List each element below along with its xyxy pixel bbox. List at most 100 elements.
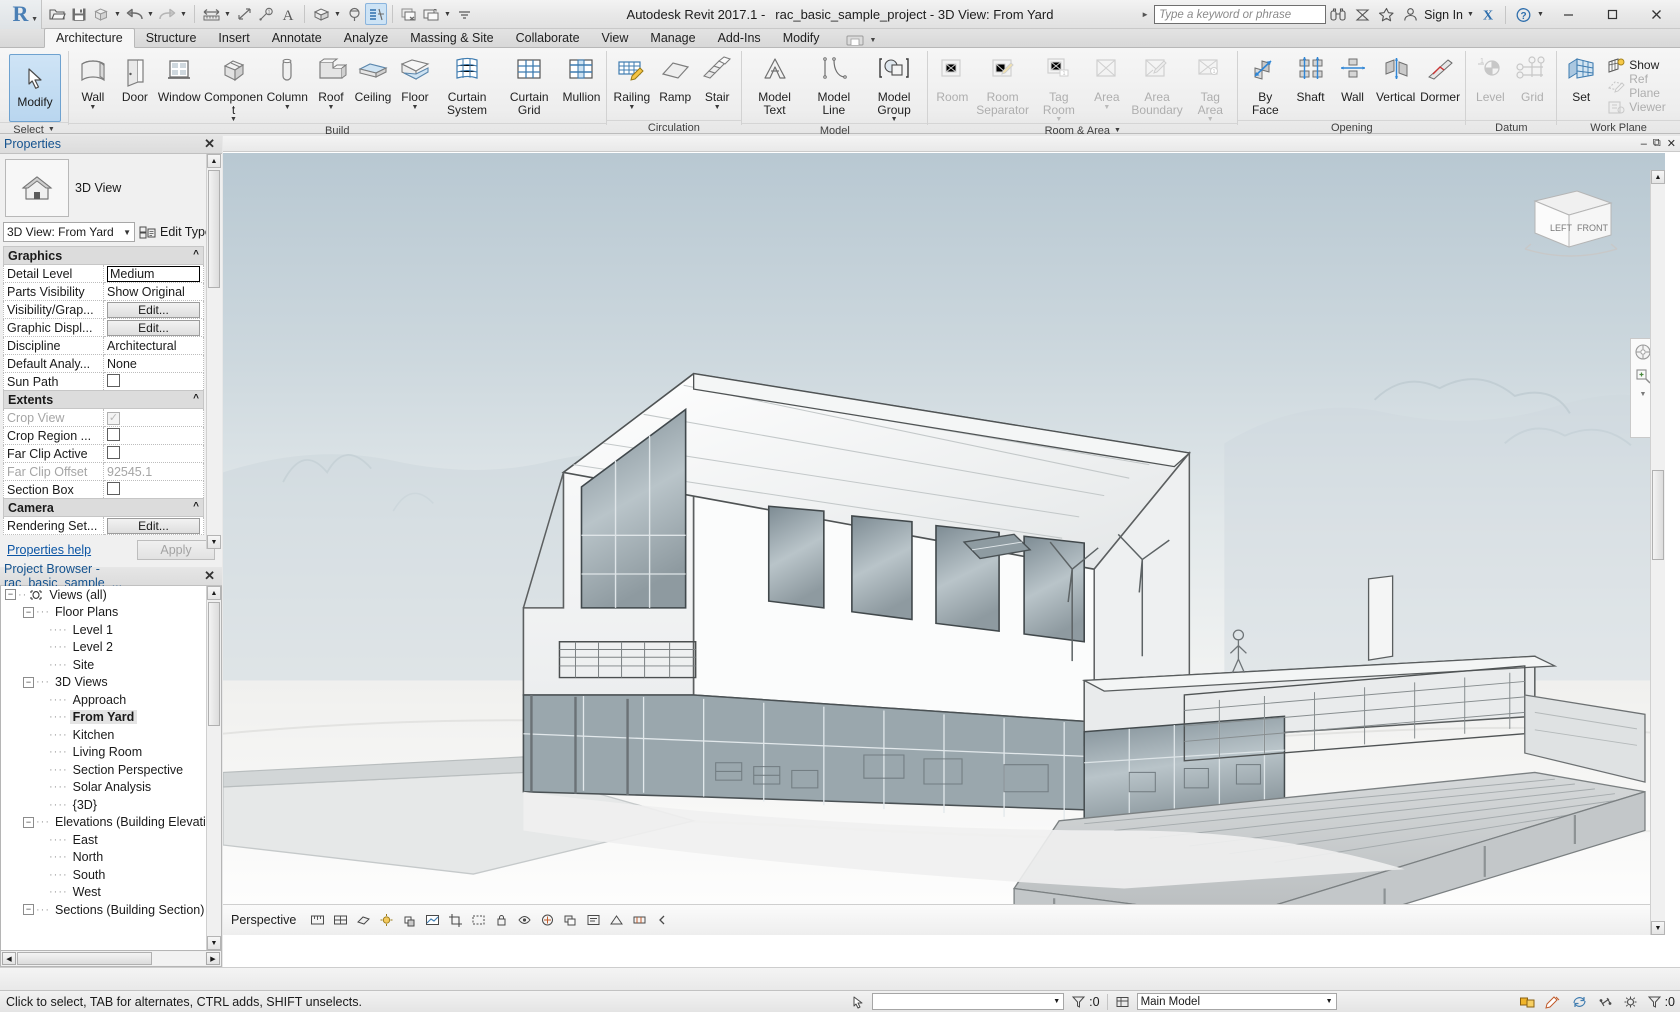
undo-icon[interactable] — [123, 3, 145, 25]
tree-node-from-yard[interactable]: ···· From Yard — [1, 709, 221, 727]
close-hidden-windows-icon[interactable] — [398, 3, 420, 25]
user-account-icon[interactable] — [1398, 3, 1422, 27]
property-row[interactable]: Parts Visibility Show Original — [3, 282, 204, 301]
far-clip-active-checkbox[interactable] — [107, 445, 120, 459]
wall-opening-button[interactable]: Wall — [1332, 52, 1374, 104]
scroll-down-button[interactable]: ▼ — [1651, 921, 1665, 935]
view-restore-button[interactable]: ⧉ — [1653, 137, 1661, 150]
minimize-button[interactable] — [1546, 0, 1590, 29]
aligned-dimension-icon[interactable] — [233, 3, 255, 25]
curtain-system-button[interactable]: Curtain System — [436, 52, 498, 116]
collapse-icon[interactable]: ^ — [193, 501, 199, 512]
select-links-button[interactable] — [1595, 995, 1616, 1009]
property-row[interactable]: Graphic Displ... Edit... — [3, 318, 204, 337]
tab-architecture[interactable]: Architecture — [44, 28, 135, 48]
tree-node-elevations[interactable]: − ··· Elevations (Building Elevation — [1, 814, 221, 832]
worksharing-display-icon[interactable] — [562, 912, 578, 928]
settings-button[interactable] — [1621, 995, 1640, 1009]
application-menu-button[interactable]: R ▼ — [0, 0, 42, 29]
tree-node-west[interactable]: ···· West — [1, 884, 221, 902]
chevron-down-icon[interactable]: ▼ — [714, 104, 721, 111]
tree-node-floor-plans[interactable]: − ··· Floor Plans — [1, 604, 221, 622]
property-group-camera[interactable]: Camera ^ — [3, 498, 204, 517]
discipline-value[interactable]: Architectural — [103, 336, 204, 355]
property-row[interactable]: Far Clip Active — [3, 444, 204, 463]
sign-in-dropdown-icon[interactable]: ▼ — [1465, 11, 1476, 18]
tree-node-north[interactable]: ···· North — [1, 849, 221, 867]
ramp-button[interactable]: Ramp — [654, 52, 696, 104]
parts-visibility-value[interactable]: Show Original — [103, 282, 204, 301]
chevron-down-icon[interactable]: ▼ — [89, 104, 96, 111]
tree-node-level-2[interactable]: ···· Level 2 — [1, 639, 221, 657]
project-browser-tree[interactable]: − ·· Views (all) − ··· Floor Plans ···· … — [0, 586, 222, 951]
search-input[interactable]: Type a keyword or phrase — [1154, 5, 1327, 24]
property-row[interactable]: Detail Level Medium — [3, 264, 204, 283]
property-row[interactable]: Discipline Architectural — [3, 336, 204, 355]
tab-structure[interactable]: Structure — [135, 28, 208, 47]
close-button[interactable] — [1634, 0, 1678, 29]
property-row[interactable]: Rendering Set... Edit... — [3, 516, 204, 535]
scroll-up-button[interactable]: ▲ — [207, 154, 221, 168]
view-3d-dropdown-icon[interactable]: ▼ — [332, 11, 343, 18]
scroll-down-button[interactable]: ▼ — [207, 535, 221, 549]
worksets-button[interactable] — [1517, 995, 1538, 1009]
close-icon[interactable]: ✕ — [201, 568, 218, 584]
measure-icon[interactable] — [200, 3, 222, 25]
scroll-down-button[interactable]: ▼ — [207, 936, 221, 950]
property-row[interactable]: Sun Path — [3, 372, 204, 391]
chevron-down-icon[interactable]: ▼ — [891, 116, 898, 123]
hide-analytical-model-icon[interactable] — [608, 912, 624, 928]
editing-requests-button[interactable] — [1543, 995, 1564, 1009]
reveal-hidden-elements-icon[interactable] — [539, 912, 555, 928]
tree-node-3d-views[interactable]: − ··· 3D Views — [1, 674, 221, 692]
set-workplane-button[interactable]: Set — [1560, 52, 1602, 104]
scroll-thumb[interactable] — [208, 170, 220, 288]
property-row[interactable]: Section Box — [3, 480, 204, 499]
vertical-opening-button[interactable]: Vertical — [1374, 52, 1418, 104]
property-row[interactable]: Crop Region ... — [3, 426, 204, 445]
ribbon-display-icon[interactable] — [845, 34, 865, 47]
scroll-up-button[interactable]: ▲ — [207, 586, 221, 600]
curtain-grid-button[interactable]: Curtain Grid — [498, 52, 560, 116]
infocenter-expand-icon[interactable]: ► — [1136, 10, 1154, 19]
scroll-right-button[interactable]: ▶ — [206, 952, 220, 965]
thin-lines-icon[interactable] — [365, 3, 387, 25]
view-vertical-scrollbar[interactable]: ▲ ▼ — [1650, 170, 1665, 935]
tree-node-views-all[interactable]: − ·· Views (all) — [1, 586, 221, 604]
switch-windows-dropdown-icon[interactable]: ▼ — [442, 11, 453, 18]
property-row[interactable]: Visibility/Grap... Edit... — [3, 300, 204, 319]
railing-button[interactable]: Railing ▼ — [610, 52, 655, 111]
sign-in-button[interactable]: Sign In — [1422, 8, 1465, 22]
reveal-constraints-icon[interactable] — [631, 912, 647, 928]
tree-node-solar-analysis[interactable]: ···· Solar Analysis — [1, 779, 221, 797]
project-browser-scrollbar[interactable]: ▲ ▼ — [206, 586, 221, 950]
graphic-display-edit-button[interactable]: Edit... — [107, 319, 200, 336]
3d-view-canvas[interactable]: LEFT FRONT ▼ Perspective ▲ ▼ — [223, 153, 1665, 935]
search-binoculars-icon[interactable] — [1326, 3, 1350, 27]
ribbon-display-dropdown-icon[interactable]: ▼ — [870, 37, 877, 44]
customize-qat-icon[interactable] — [453, 3, 475, 25]
model-group-button[interactable]: Model Group ▼ — [864, 52, 925, 123]
tab-manage[interactable]: Manage — [639, 28, 706, 47]
tab-modify[interactable]: Modify — [772, 28, 831, 47]
property-group-graphics[interactable]: Graphics ^ — [3, 246, 204, 265]
section-box-checkbox[interactable] — [107, 481, 120, 495]
expand-view-bar-icon[interactable] — [654, 912, 670, 928]
filter-selection-combo[interactable]: ▼ — [872, 993, 1065, 1010]
component-button[interactable]: Component ▼ — [202, 52, 264, 123]
column-button[interactable]: Column ▼ — [265, 52, 310, 111]
view-minimize-button[interactable]: – — [1641, 138, 1647, 150]
collapse-icon[interactable]: ^ — [193, 249, 199, 260]
opening-by-face-button[interactable]: By Face — [1241, 52, 1289, 116]
tree-node-level-1[interactable]: ···· Level 1 — [1, 621, 221, 639]
visual-style-icon[interactable] — [355, 912, 371, 928]
modify-button[interactable]: Modify — [9, 54, 61, 122]
model-line-button[interactable]: Model Line — [804, 52, 864, 116]
undo-dropdown-icon[interactable]: ▼ — [145, 11, 156, 18]
measure-dropdown-icon[interactable]: ▼ — [222, 11, 233, 18]
expander-icon[interactable]: − — [5, 589, 16, 601]
scroll-up-button[interactable]: ▲ — [1651, 170, 1665, 184]
filter-button[interactable]: :0 — [1069, 995, 1101, 1009]
scale-icon[interactable] — [309, 912, 325, 928]
collapse-icon[interactable]: ^ — [193, 393, 199, 404]
